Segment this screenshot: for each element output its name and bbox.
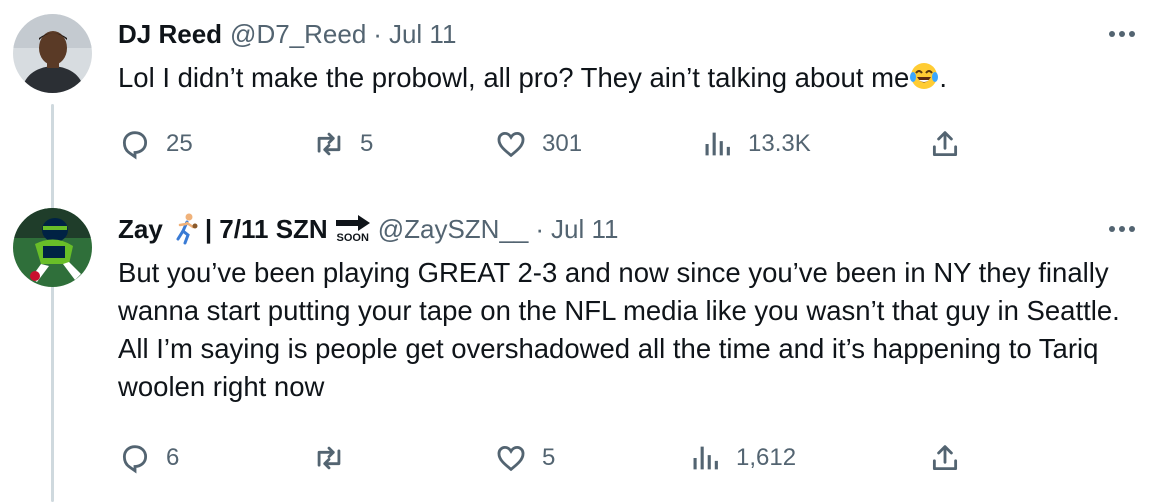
- tweet-text-end: .: [939, 62, 947, 93]
- retweet-count: 5: [360, 130, 374, 157]
- views-button[interactable]: 1,612: [688, 441, 796, 475]
- like-button[interactable]: 5: [494, 441, 555, 475]
- reply-button[interactable]: 25: [118, 127, 193, 161]
- more-options-button[interactable]: [1104, 211, 1140, 247]
- separator-dot: ·: [373, 18, 382, 49]
- views-count: 13.3K: [748, 130, 811, 157]
- heart-icon: [497, 445, 525, 472]
- tweet-date[interactable]: Jul 11: [551, 214, 618, 245]
- heart-icon: [497, 131, 525, 158]
- like-button[interactable]: 301: [494, 127, 582, 161]
- soon-label: SOON: [336, 231, 369, 244]
- retweet-icon: [317, 446, 341, 470]
- soon-badge: SOON: [335, 214, 370, 244]
- retweet-icon: [317, 132, 341, 156]
- views-button[interactable]: 13.3K: [700, 127, 811, 161]
- more-horizontal-icon: [1109, 226, 1135, 232]
- retweet-button[interactable]: 5: [312, 127, 373, 161]
- share-icon: [932, 131, 958, 157]
- tweet-text: But you’ve been playing GREAT 2-3 and no…: [118, 257, 1120, 402]
- reply-icon: [122, 131, 148, 160]
- like-count: 5: [542, 444, 556, 471]
- tweet-actions: 25 5 301 13.3K: [118, 127, 978, 161]
- reply-count: 25: [166, 130, 193, 157]
- reply-icon: [122, 445, 148, 474]
- runner-icon: [171, 213, 199, 245]
- analytics-icon: [705, 132, 730, 156]
- tweet-actions: 6 5 1,612: [118, 441, 978, 475]
- thread-connector-line: [51, 104, 54, 502]
- views-count: 1,612: [736, 444, 797, 471]
- share-icon: [932, 445, 958, 471]
- reply-button[interactable]: 6: [118, 441, 179, 475]
- author-handle[interactable]: @D7_Reed: [230, 19, 366, 50]
- tweet-header: Zay | 7/11 SZN SOON @ZaySZN__ · Jul 11: [118, 211, 618, 247]
- more-horizontal-icon: [1109, 31, 1135, 37]
- tweet-header: DJ Reed @D7_Reed · Jul 11: [118, 16, 456, 52]
- tweet-date[interactable]: Jul 11: [389, 19, 456, 50]
- separator-dot: ·: [535, 213, 545, 244]
- arrow-right-icon: [335, 214, 370, 231]
- retweet-button[interactable]: [312, 441, 360, 475]
- face-with-tears-of-joy-icon: [909, 61, 939, 101]
- author-name-suffix[interactable]: | 7/11 SZN: [205, 214, 328, 245]
- reply-count: 6: [166, 444, 180, 471]
- tweet-text-body: Lol I didn’t make the probowl, all pro? …: [118, 62, 910, 93]
- author-name[interactable]: DJ Reed: [118, 19, 222, 50]
- author-handle[interactable]: @ZaySZN__: [378, 214, 529, 245]
- share-button[interactable]: [928, 441, 962, 475]
- avatar[interactable]: [13, 208, 92, 287]
- like-count: 301: [542, 130, 583, 157]
- author-name[interactable]: Zay: [118, 214, 163, 245]
- more-options-button[interactable]: [1104, 16, 1140, 52]
- avatar[interactable]: [13, 14, 92, 93]
- analytics-icon: [693, 446, 718, 470]
- tweet-text: Lol I didn’t make the probowl, all pro? …: [118, 59, 1136, 101]
- share-button[interactable]: [928, 127, 962, 161]
